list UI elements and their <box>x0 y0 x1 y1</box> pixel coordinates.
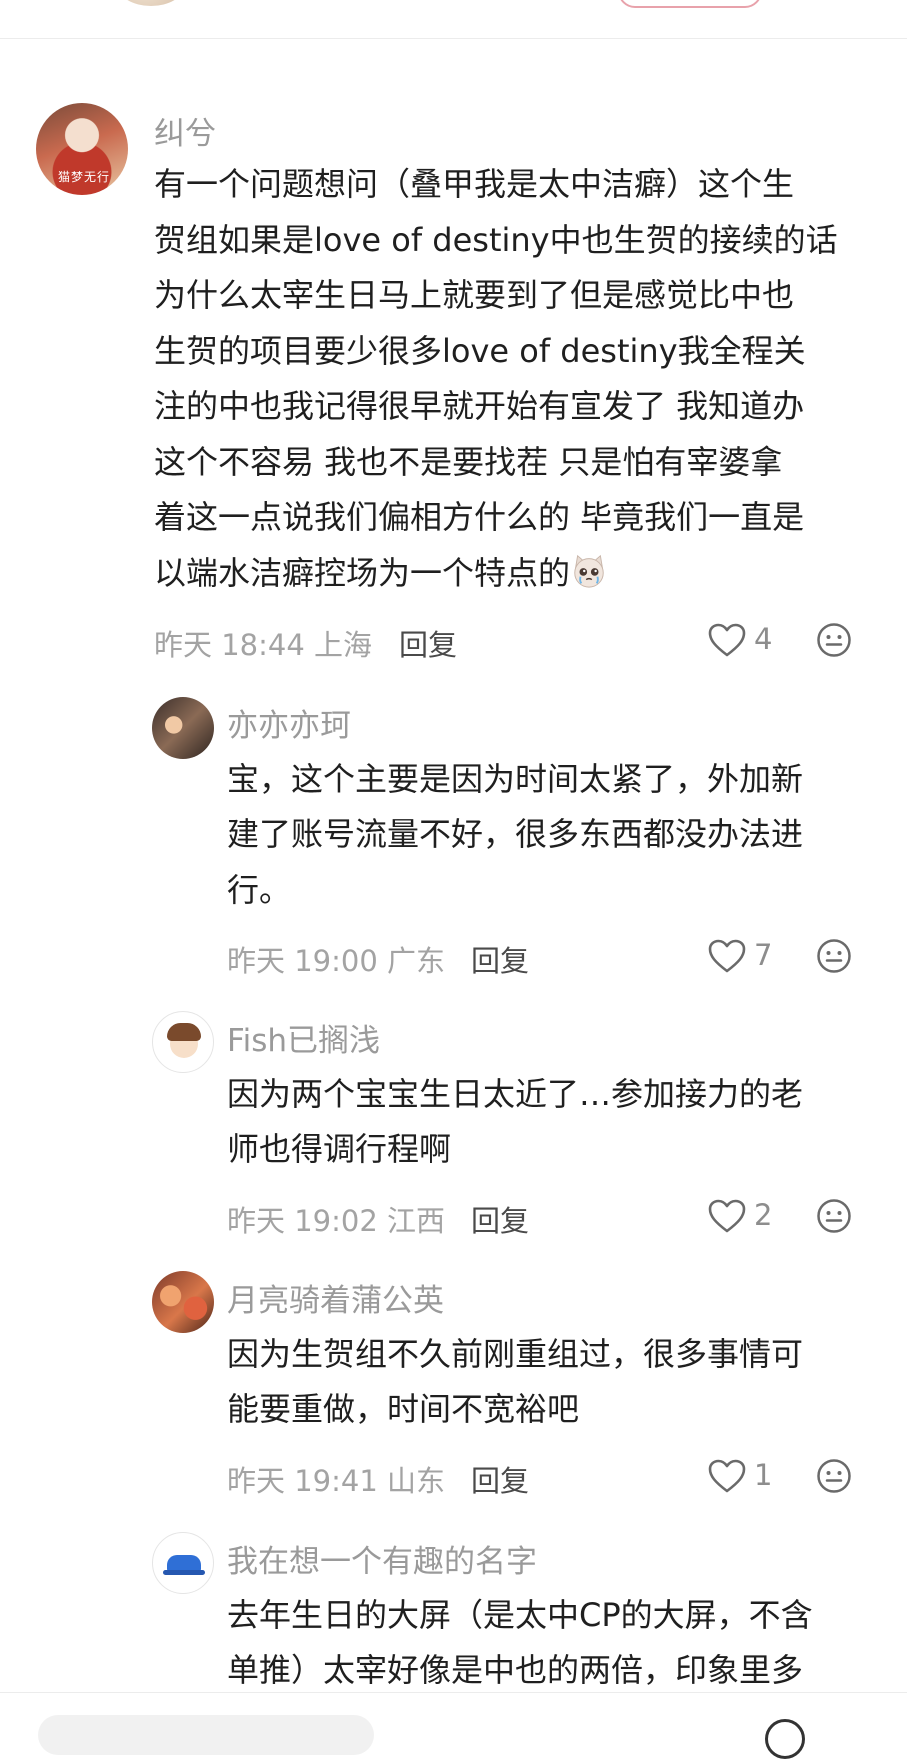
reply-line: 单推）太宰好像是中也的两倍，印象里多 <box>227 1651 804 1689</box>
like-count: 7 <box>754 938 773 972</box>
avatar[interactable] <box>152 1271 214 1333</box>
smiley-face-icon[interactable] <box>816 1458 852 1494</box>
reply-button[interactable]: 回复 <box>471 1198 529 1240</box>
smiley-face-icon[interactable] <box>816 622 852 658</box>
comment-line: 以端水洁癖控场为一个特点的 <box>154 554 571 592</box>
reply-line: 师也得调行程啊 <box>227 1130 452 1168</box>
avatar[interactable] <box>152 1011 214 1073</box>
reply-line: 因为生贺组不久前刚重组过，很多事情可 <box>227 1335 804 1373</box>
reply-line: 行。 <box>227 871 292 909</box>
smiley-face-icon[interactable] <box>816 938 852 974</box>
hat-brim <box>163 1570 205 1575</box>
follow-button[interactable] <box>618 0 762 8</box>
reply-line: 建了账号流量不好，很多东西都没办法进 <box>227 815 804 853</box>
bottom-comment-bar <box>0 1692 907 1759</box>
avatar-hair <box>167 1023 201 1041</box>
reply-line: 去年生日的大屏（是太中CP的大屏，不含 <box>227 1596 813 1634</box>
post-header <box>0 0 907 39</box>
like-count: 1 <box>754 1458 773 1492</box>
like-count: 4 <box>754 622 773 656</box>
reply-line: 宝，这个主要是因为时间太紧了，外加新 <box>227 760 804 798</box>
more-icon[interactable] <box>765 1719 805 1759</box>
comment-line: 着这一点说我们偏相方什么的 毕竟我们一直是 <box>154 498 805 536</box>
comment-line: 生贺的项目要少很多love of destiny我全程关 <box>154 332 806 370</box>
reply-username[interactable]: 亦亦亦珂 <box>227 700 351 745</box>
comment-input[interactable] <box>38 1715 374 1755</box>
reply-line: 能要重做，时间不宽裕吧 <box>227 1390 580 1428</box>
reply-time-location: 昨天 19:41 山东 <box>227 1464 446 1498</box>
comment-line: 有一个问题想问（叠甲我是太中洁癖）这个生 <box>154 165 795 203</box>
reply-time-location: 昨天 19:00 广东 <box>227 944 446 978</box>
reply-button[interactable]: 回复 <box>471 1458 529 1500</box>
avatar[interactable] <box>152 697 214 759</box>
heart-outline-icon[interactable] <box>707 938 747 974</box>
reply-username[interactable]: 我在想一个有趣的名字 <box>227 1536 537 1581</box>
comment-time-location: 昨天 18:44 上海 <box>154 628 373 662</box>
avatar-text: 猫梦无行 <box>58 170 111 184</box>
smiley-face-icon[interactable] <box>816 1198 852 1234</box>
reply-time-location: 昨天 19:02 江西 <box>227 1204 446 1238</box>
reply-line: 因为两个宝宝生日太近了…参加接力的老 <box>227 1075 804 1113</box>
comment-username[interactable]: 纠兮 <box>154 108 216 153</box>
comment-line-last: 以端水洁癖控场为一个特点的 <box>154 546 608 602</box>
comment-line: 这个不容易 我也不是要找茬 只是怕有宰婆拿 <box>154 443 783 481</box>
crying-cat-emoji <box>574 554 604 588</box>
comment-line: 贺组如果是love of destiny中也生贺的接续的话 <box>154 221 838 259</box>
reply-button[interactable]: 回复 <box>399 622 457 664</box>
reply-username[interactable]: Fish已搁浅 <box>227 1015 380 1060</box>
reply-button[interactable]: 回复 <box>471 938 529 980</box>
avatar[interactable] <box>152 1532 214 1594</box>
heart-outline-icon[interactable] <box>707 1198 747 1234</box>
comment-line: 注的中也我记得很早就开始有宣发了 我知道办 <box>154 387 805 425</box>
heart-outline-icon[interactable] <box>707 1458 747 1494</box>
reply-username[interactable]: 月亮骑着蒲公英 <box>227 1275 444 1320</box>
avatar[interactable]: 猫梦无行 <box>36 103 128 195</box>
author-avatar[interactable] <box>118 0 184 6</box>
comment-line: 为什么太宰生日马上就要到了但是感觉比中也 <box>154 276 795 314</box>
like-count: 2 <box>754 1198 773 1232</box>
heart-outline-icon[interactable] <box>707 622 747 658</box>
